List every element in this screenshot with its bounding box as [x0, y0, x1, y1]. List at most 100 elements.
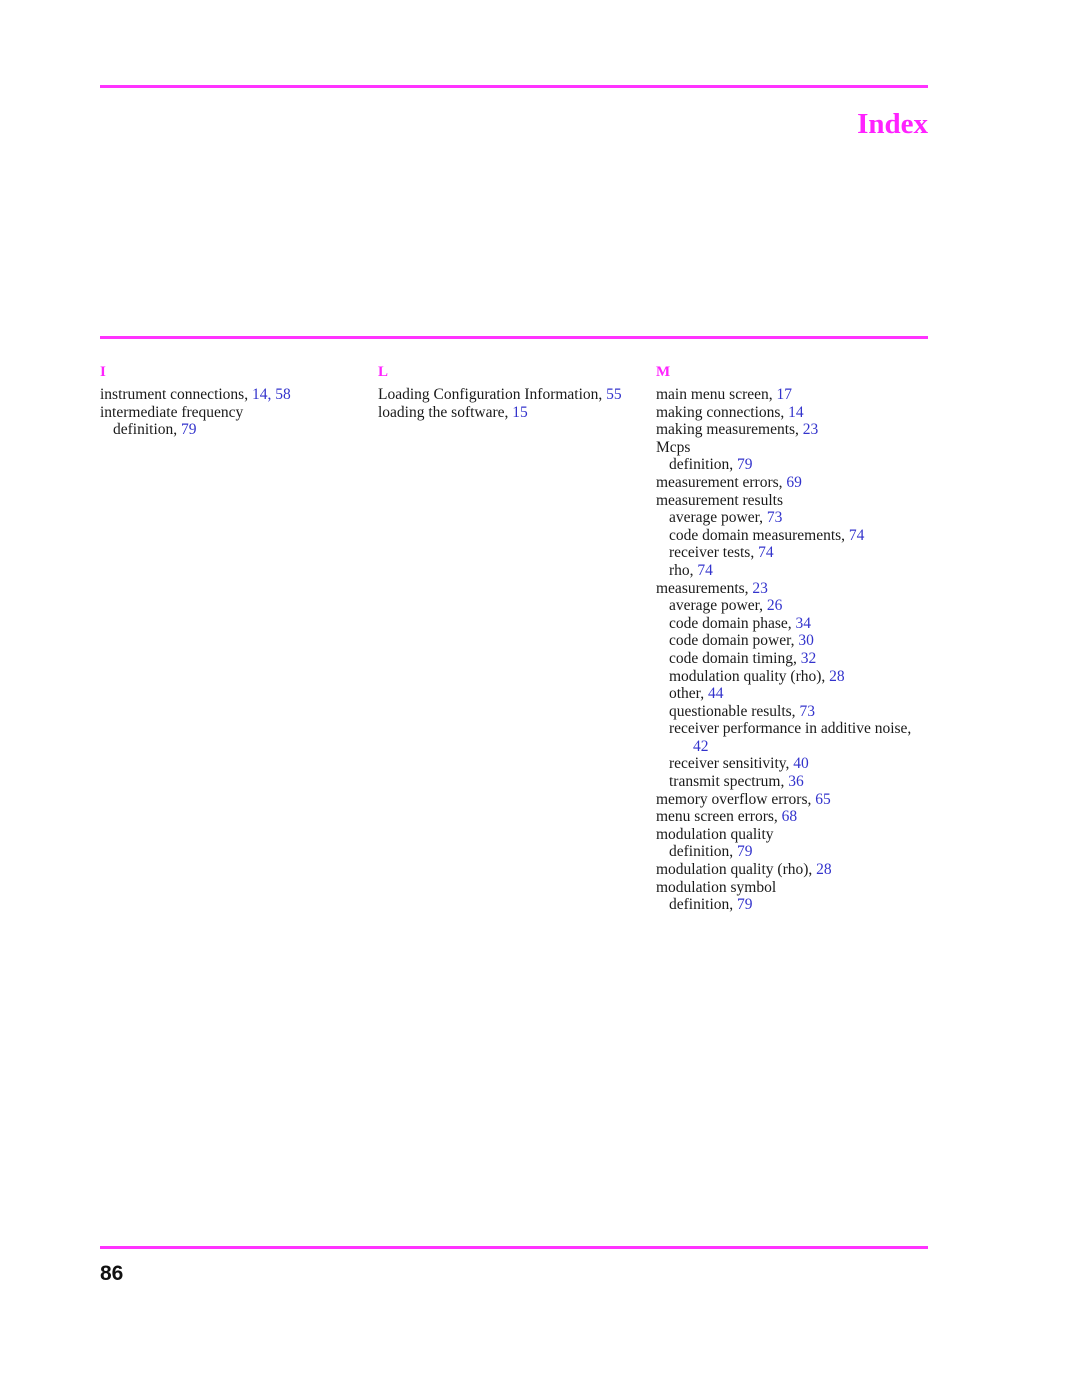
index-entry-page-numbers[interactable]: 23 — [752, 580, 768, 597]
index-entry-page-numbers[interactable]: 73 — [799, 703, 815, 720]
index-entry: receiver sensitivity, 40 — [656, 755, 934, 773]
index-entry-page-numbers[interactable]: 15 — [512, 404, 528, 421]
index-letter-heading: I — [100, 364, 106, 380]
index-entry-list: Loading Configuration Information, 55 loa… — [378, 386, 656, 421]
index-column-m: Mmain menu screen, 17 making connections,… — [656, 364, 934, 914]
page-title: Index — [857, 108, 928, 140]
index-entry-text: average power, — [669, 509, 767, 527]
index-entry: making measurements, 23 — [656, 421, 934, 439]
index-entry: code domain timing, 32 — [656, 650, 934, 668]
index-entry-page-numbers[interactable]: 28 — [816, 861, 832, 878]
index-entry-text: definition, — [113, 421, 182, 439]
index-entry: receiver performance in additive noise, — [656, 720, 934, 738]
index-entry: memory overflow errors, 65 — [656, 791, 934, 809]
index-entry-page-numbers[interactable]: 74 — [849, 527, 865, 544]
index-entry-page-numbers[interactable]: 65 — [815, 791, 831, 808]
index-entry-page-numbers[interactable]: 79 — [737, 896, 753, 913]
index-entry: average power, 26 — [656, 597, 934, 615]
index-entry: rho, 74 — [656, 562, 934, 580]
index-entry-text: loading the software, — [378, 403, 513, 421]
index-entry-text: code domain phase, — [669, 614, 796, 632]
index-entry-text: Mcps — [656, 438, 691, 456]
index-entry-page-numbers[interactable]: 23 — [803, 421, 819, 438]
index-entry-page-numbers[interactable]: 42 — [693, 738, 709, 755]
index-entry-page-numbers[interactable]: 36 — [788, 773, 804, 790]
index-entry-text: instrument connections, — [100, 386, 252, 403]
index-entry-page-numbers[interactable]: 34 — [796, 615, 812, 632]
index-entry-page-numbers[interactable]: 40 — [793, 755, 809, 772]
index-entry: code domain measurements, 74 — [656, 527, 934, 545]
index-entry-text: transmit spectrum, — [669, 773, 789, 791]
index-entry: measurement results — [656, 492, 934, 510]
index-entry-text: code domain timing, — [669, 649, 801, 667]
index-entry-page-numbers[interactable]: 79 — [737, 843, 753, 860]
index-entry-page-numbers[interactable]: 28 — [829, 668, 845, 685]
index-columns: Iinstrument connections, 14, 58 intermedi… — [100, 364, 940, 914]
index-entry: transmit spectrum, 36 — [656, 773, 934, 791]
index-letter-heading: M — [656, 364, 671, 380]
index-entry-page-numbers[interactable]: 79 — [181, 421, 197, 438]
index-entry-page-numbers[interactable]: 26 — [767, 597, 783, 614]
index-entry: 42 — [656, 738, 934, 756]
footer-rule — [100, 1246, 928, 1249]
index-entry: modulation symbol — [656, 879, 934, 897]
index-entry-text: modulation quality (rho), — [669, 667, 830, 685]
index-entry: main menu screen, 17 — [656, 386, 934, 404]
index-entry: questionable results, 73 — [656, 703, 934, 721]
index-entry-text: Loading Configuration Information, — [378, 386, 607, 403]
index-column-l: L Loading Configuration Information, 55 lo… — [378, 364, 656, 421]
index-entry-list: main menu screen, 17 making connections, … — [656, 386, 934, 914]
index-entry-page-numbers[interactable]: 55 — [606, 386, 622, 403]
index-entry: definition, 79 — [656, 896, 934, 914]
index-entry: measurement errors, 69 — [656, 474, 934, 492]
index-entry-text: average power, — [669, 597, 767, 615]
index-entry-text: receiver tests, — [669, 544, 759, 562]
index-entry-text: other, — [669, 685, 708, 703]
index-entry-page-numbers[interactable]: 14 — [788, 404, 804, 421]
index-entry: making connections, 14 — [656, 404, 934, 422]
index-entry-text: definition, — [669, 896, 738, 914]
index-entry-text: making connections, — [656, 403, 789, 421]
index-entry-page-numbers[interactable]: 14, 58 — [252, 386, 291, 403]
index-entry-text: receiver performance in additive noise, — [669, 720, 912, 738]
index-entry: definition, 79 — [656, 456, 934, 474]
index-entry-text: definition, — [669, 456, 738, 474]
index-entry: modulation quality — [656, 826, 934, 844]
index-entry-text: modulation symbol — [656, 878, 777, 896]
index-entry: modulation quality (rho), 28 — [656, 668, 934, 686]
index-entry: menu screen errors, 68 — [656, 808, 934, 826]
index-entry-text: making measurements, — [656, 421, 803, 439]
header-rule — [100, 85, 928, 88]
index-entry-page-numbers[interactable]: 32 — [801, 650, 817, 667]
index-entry-page-numbers[interactable]: 73 — [767, 509, 783, 526]
index-entry-page-numbers[interactable]: 69 — [786, 474, 802, 491]
index-entry-text: rho, — [669, 561, 698, 579]
index-entry-page-numbers[interactable]: 74 — [758, 544, 774, 561]
index-entry-page-numbers[interactable]: 68 — [782, 808, 798, 825]
index-entry: intermediate frequency — [100, 404, 378, 422]
index-entry-page-numbers[interactable]: 79 — [737, 456, 753, 473]
index-entry-page-numbers[interactable]: 44 — [708, 685, 724, 702]
index-entry-text: receiver sensitivity, — [669, 755, 794, 773]
index-entry: Loading Configuration Information, 55 — [378, 386, 656, 404]
index-entry-text: menu screen errors, — [656, 808, 782, 826]
index-entry: other, 44 — [656, 685, 934, 703]
index-entry: average power, 73 — [656, 509, 934, 527]
index-entry: instrument connections, 14, 58 — [100, 386, 378, 404]
index-entry-text: measurement results — [656, 491, 783, 509]
index-entry-list: instrument connections, 14, 58 intermedia… — [100, 386, 378, 439]
index-entry-text: memory overflow errors, — [656, 790, 816, 808]
index-page: Index Iinstrument connections, 14, 58 int… — [0, 0, 1080, 1397]
index-entry: definition, 79 — [656, 843, 934, 861]
index-entry: receiver tests, 74 — [656, 544, 934, 562]
index-column-i: Iinstrument connections, 14, 58 intermedi… — [100, 364, 378, 439]
index-entry-text: intermediate frequency — [100, 403, 244, 421]
index-entry: code domain phase, 34 — [656, 615, 934, 633]
index-entry: loading the software, 15 — [378, 404, 656, 422]
index-entry: definition, 79 — [100, 421, 378, 439]
index-entry-page-numbers[interactable]: 30 — [798, 632, 814, 649]
index-entry-text: code domain power, — [669, 632, 799, 650]
index-entry-page-numbers[interactable]: 74 — [697, 562, 713, 579]
index-entry-page-numbers[interactable]: 17 — [777, 386, 793, 403]
index-entry-text: questionable results, — [669, 702, 800, 720]
